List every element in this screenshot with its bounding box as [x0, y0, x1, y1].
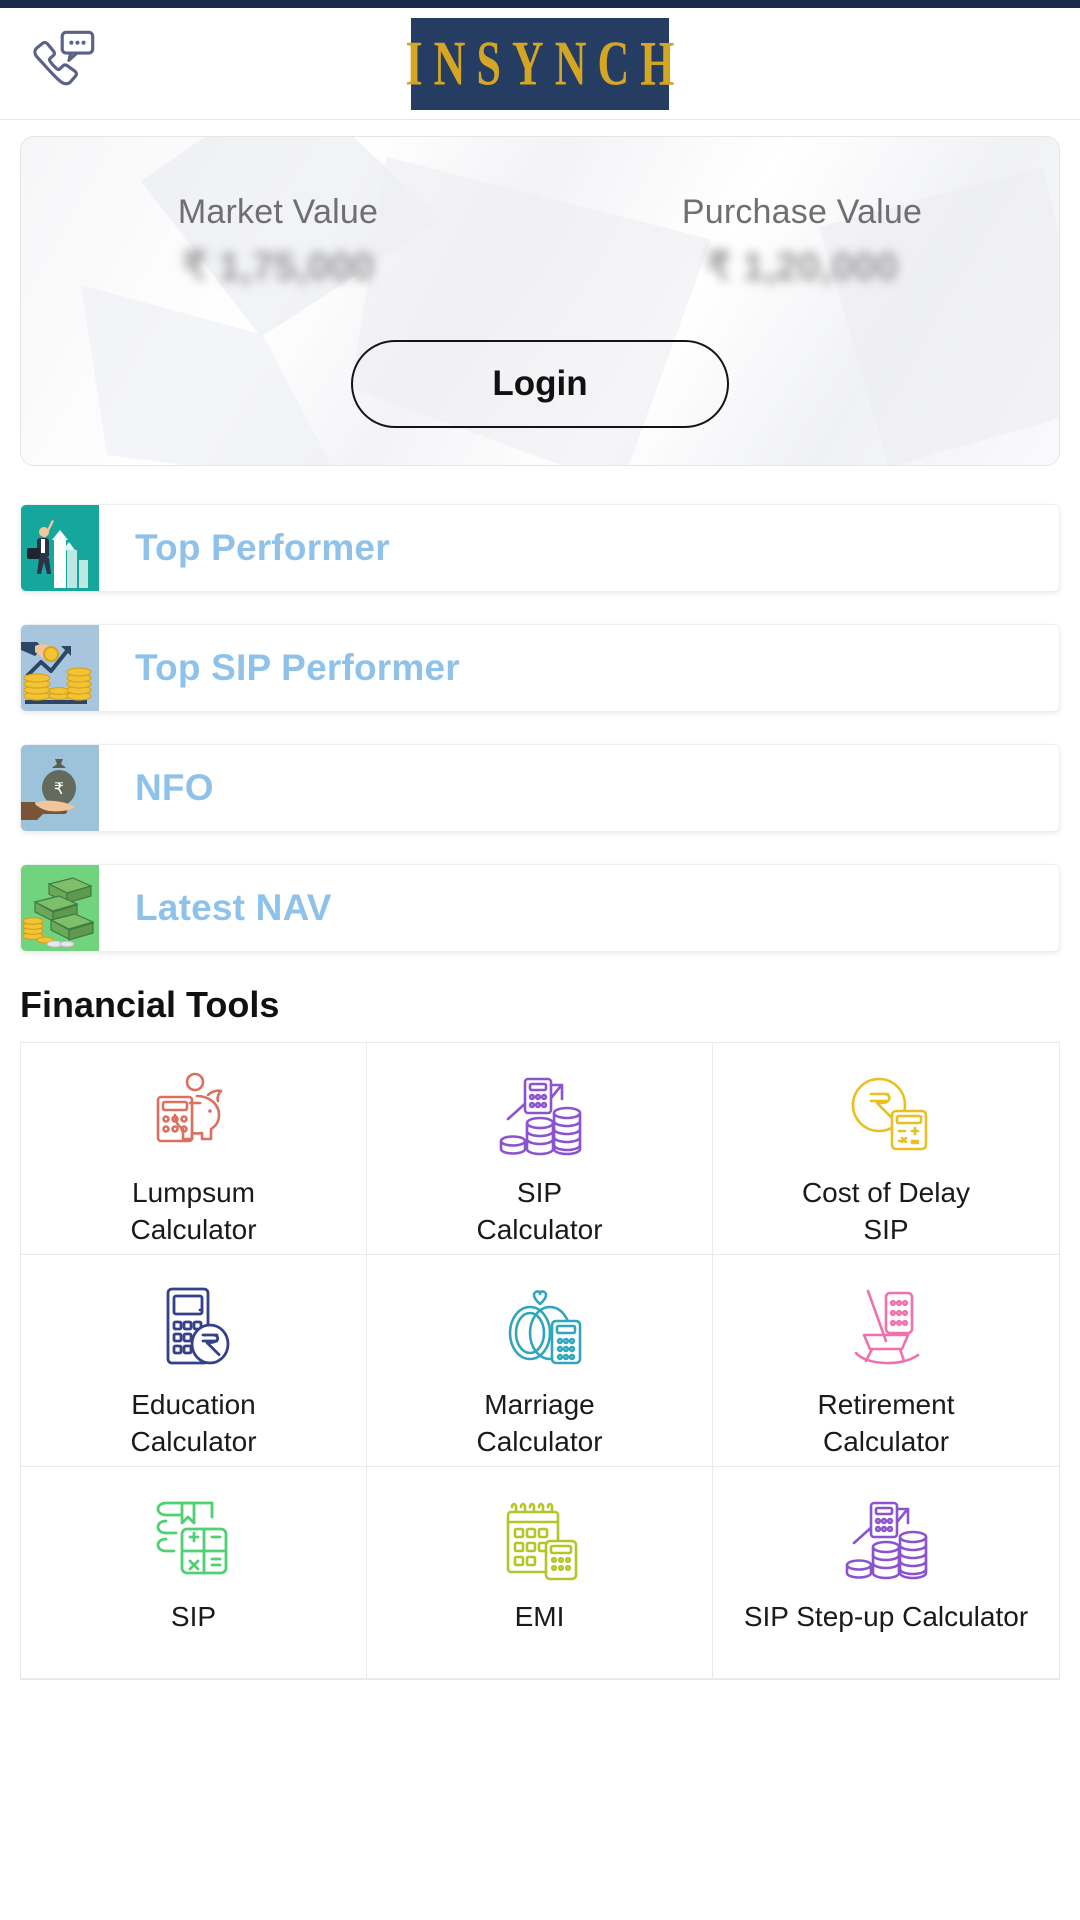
calculator-rupee-icon [142, 1281, 246, 1371]
login-button[interactable]: Login [351, 340, 729, 428]
hand-money-bag-icon: ₹ [21, 745, 99, 831]
tool-label: SIP Calculator [476, 1177, 603, 1245]
market-value-block: Market Value ₹ 1,75,000 [21, 193, 545, 290]
rupee-coin-calculator-icon [834, 1069, 938, 1159]
market-value-amount: ₹ 1,75,000 [181, 245, 375, 289]
tool-sip-calculator[interactable]: SIP Calculator [367, 1043, 713, 1255]
tool-emi[interactable]: EMI [367, 1467, 713, 1679]
svg-text:₹: ₹ [54, 779, 64, 798]
decorative-polygon [81, 285, 341, 465]
hand-coin-growth-icon [21, 625, 99, 711]
financial-tools-title: Financial Tools [20, 984, 280, 1025]
tool-sip-step-up-calculator[interactable]: SIP Step-up Calculator [713, 1467, 1059, 1679]
shortcut-label: Top Performer [135, 527, 390, 568]
phone-chat-icon[interactable] [22, 25, 100, 103]
tool-label: Retirement Calculator [817, 1389, 955, 1457]
piggy-bank-calculator-icon [142, 1069, 246, 1159]
tool-label: Marriage Calculator [476, 1389, 603, 1457]
purchase-value-amount: ₹ 1,20,000 [705, 245, 899, 289]
coins-stepup-icon [834, 1493, 938, 1583]
shortcut-top-sip-performer[interactable]: Top SIP Performer [20, 624, 1060, 712]
tool-label: Education Calculator [130, 1389, 257, 1457]
rocking-chair-icon [834, 1281, 938, 1371]
tool-education-calculator[interactable]: Education Calculator [21, 1255, 367, 1467]
tool-label: Lumpsum Calculator [130, 1177, 257, 1245]
shortcut-top-performer[interactable]: Top Performer [20, 504, 1060, 592]
tool-lumpsum-calculator[interactable]: Lumpsum Calculator [21, 1043, 367, 1255]
shortcut-label: Latest NAV [135, 887, 332, 928]
wedding-rings-calculator-icon [488, 1281, 592, 1371]
shortcut-list: Top Performer Top SIP Performer ₹ NFO La… [0, 504, 1080, 952]
shortcut-label: NFO [135, 767, 214, 808]
brand-name: INSYNCH [405, 27, 686, 100]
shortcut-latest-nav[interactable]: Latest NAV [20, 864, 1060, 952]
tool-retirement-calculator[interactable]: Retirement Calculator [713, 1255, 1059, 1467]
portfolio-values: Market Value ₹ 1,75,000 Purchase Value ₹… [21, 137, 1059, 290]
tool-marriage-calculator[interactable]: Marriage Calculator [367, 1255, 713, 1467]
purchase-value-label: Purchase Value [681, 193, 923, 231]
coins-growth-calculator-icon [488, 1069, 592, 1159]
businessman-growth-chart-icon [21, 505, 99, 591]
tool-cost-of-delay-sip[interactable]: Cost of Delay SIP [713, 1043, 1059, 1255]
brand-logo: INSYNCH [406, 17, 674, 110]
shortcut-nfo[interactable]: ₹ NFO [20, 744, 1060, 832]
calendar-calculator-icon [488, 1493, 592, 1583]
tool-label: SIP Step-up Calculator [743, 1601, 1029, 1632]
portfolio-summary-card: Market Value ₹ 1,75,000 Purchase Value ₹… [20, 136, 1060, 466]
tool-label: SIP [170, 1601, 217, 1632]
purchase-value-block: Purchase Value ₹ 1,20,000 [545, 193, 1059, 290]
market-value-label: Market Value [177, 193, 379, 231]
shortcut-label: Top SIP Performer [135, 647, 460, 688]
status-bar [0, 0, 1080, 8]
app-header: INSYNCH [0, 8, 1080, 120]
cash-stacks-icon [21, 865, 99, 951]
tool-sip[interactable]: SIP [21, 1467, 367, 1679]
tool-label: Cost of Delay SIP [801, 1177, 971, 1245]
financial-tools-grid: Lumpsum Calculator SIP Calculator Cost o… [20, 1042, 1060, 1680]
tool-label: EMI [514, 1601, 565, 1632]
book-calculator-icon [142, 1493, 246, 1583]
